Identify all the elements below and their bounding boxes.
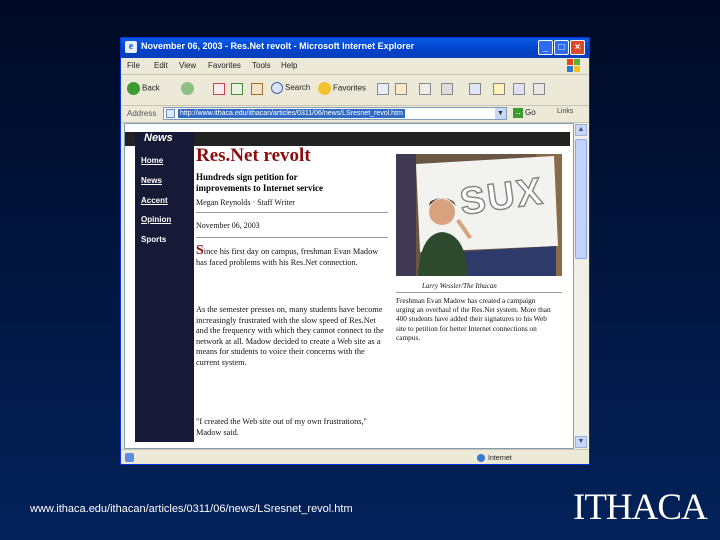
article-subhead: Hundreds sign petition for improvements … — [196, 172, 324, 193]
windows-logo-icon — [567, 59, 580, 72]
menu-tools[interactable]: Tools — [252, 61, 271, 70]
vertical-scrollbar[interactable]: ▲ ▼ — [574, 123, 588, 449]
forward-button[interactable] — [181, 82, 196, 98]
security-zone: Internet — [477, 454, 512, 462]
menu-favorites[interactable]: Favorites — [208, 61, 241, 70]
divider — [196, 237, 388, 238]
forward-arrow-icon — [181, 82, 194, 95]
address-input[interactable]: http://www.ithaca.edu/ithacan/articles/0… — [163, 107, 507, 120]
address-label: Address — [127, 109, 157, 118]
nav-link-home[interactable]: Home — [141, 156, 163, 165]
photo-credit: Larry Wessler/The Ithacan — [422, 282, 497, 290]
scroll-down-icon[interactable]: ▼ — [575, 436, 587, 448]
toolbar: Back Search Favorites — [121, 75, 589, 106]
search-button[interactable]: Search — [271, 82, 310, 98]
address-bar: Address http://www.ithaca.edu/ithacan/ar… — [121, 105, 589, 123]
menu-edit[interactable]: Edit — [154, 61, 168, 70]
menu-help[interactable]: Help — [281, 61, 297, 70]
star-icon — [318, 82, 331, 95]
scroll-thumb[interactable] — [575, 139, 587, 259]
chevron-down-icon[interactable]: ▼ — [495, 108, 506, 119]
close-button[interactable]: × — [570, 40, 585, 55]
edit-icon[interactable] — [469, 83, 481, 95]
page-done-icon — [125, 453, 134, 462]
ithaca-logo: ITHACA — [573, 487, 709, 525]
browser-window: e November 06, 2003 - Res.Net revolt - M… — [120, 37, 590, 465]
stop-icon[interactable] — [213, 83, 225, 95]
section-nav: News Home News Accent Opinion Sports — [135, 132, 194, 442]
research-icon[interactable] — [533, 83, 545, 95]
print-icon[interactable] — [441, 83, 453, 95]
article-headline: Res.Net revolt — [196, 145, 311, 166]
web-content: News Home News Accent Opinion Sports Res… — [124, 123, 574, 449]
slide-url: www.ithaca.edu/ithacan/articles/0311/06/… — [30, 503, 353, 515]
article-paragraph: As the semester presses on, many student… — [196, 305, 384, 367]
nav-link-opinion[interactable]: Opinion — [141, 215, 171, 224]
status-bar: Internet — [121, 449, 589, 464]
article-date: November 06, 2003 — [196, 221, 260, 230]
nav-link-news[interactable]: News — [141, 176, 162, 185]
title-bar[interactable]: e November 06, 2003 - Res.Net revolt - M… — [121, 38, 589, 58]
messenger-icon[interactable] — [513, 83, 525, 95]
back-arrow-icon — [127, 82, 140, 95]
article-paragraph: "I created the Web site out of my own fr… — [196, 417, 367, 437]
menu-bar: File Edit View Favorites Tools Help — [121, 58, 589, 75]
maximize-button[interactable]: □ — [554, 40, 569, 55]
refresh-icon[interactable] — [231, 83, 243, 95]
article-photo[interactable]: SUX — [396, 154, 562, 276]
divider — [196, 212, 388, 213]
media-icon[interactable] — [377, 83, 389, 95]
nav-link-accent[interactable]: Accent — [141, 196, 168, 205]
page-icon — [166, 109, 175, 118]
article-byline: Megan Reynolds · Staff Writer — [196, 198, 295, 207]
minimize-button[interactable]: _ — [538, 40, 553, 55]
history-icon[interactable] — [395, 83, 407, 95]
address-value: http://www.ithaca.edu/ithacan/articles/0… — [178, 109, 405, 118]
menu-file[interactable]: File — [127, 61, 140, 70]
mail-icon[interactable] — [419, 83, 431, 95]
divider — [396, 292, 562, 293]
globe-icon — [477, 454, 485, 462]
menu-view[interactable]: View — [179, 61, 196, 70]
search-icon — [271, 82, 283, 94]
photo-caption: Freshman Evan Madow has created a campai… — [396, 296, 551, 342]
window-title: November 06, 2003 - Res.Net revolt - Mic… — [141, 41, 415, 51]
discuss-icon[interactable] — [493, 83, 505, 95]
back-button[interactable]: Back — [127, 82, 160, 98]
scroll-up-icon[interactable]: ▲ — [575, 124, 587, 136]
article-paragraph: Since his first day on campus, freshman … — [196, 243, 379, 267]
go-button[interactable]: → Go — [513, 108, 536, 118]
nav-link-sports[interactable]: Sports — [141, 235, 166, 244]
go-arrow-icon: → — [513, 108, 523, 118]
ie-icon: e — [125, 41, 137, 53]
section-heading: News — [144, 132, 173, 144]
favorites-button[interactable]: Favorites — [318, 82, 366, 98]
links-button[interactable]: Links — [557, 108, 573, 115]
svg-text:ITHACA: ITHACA — [573, 487, 708, 525]
home-icon[interactable] — [251, 83, 263, 95]
drop-cap: S — [196, 243, 204, 258]
